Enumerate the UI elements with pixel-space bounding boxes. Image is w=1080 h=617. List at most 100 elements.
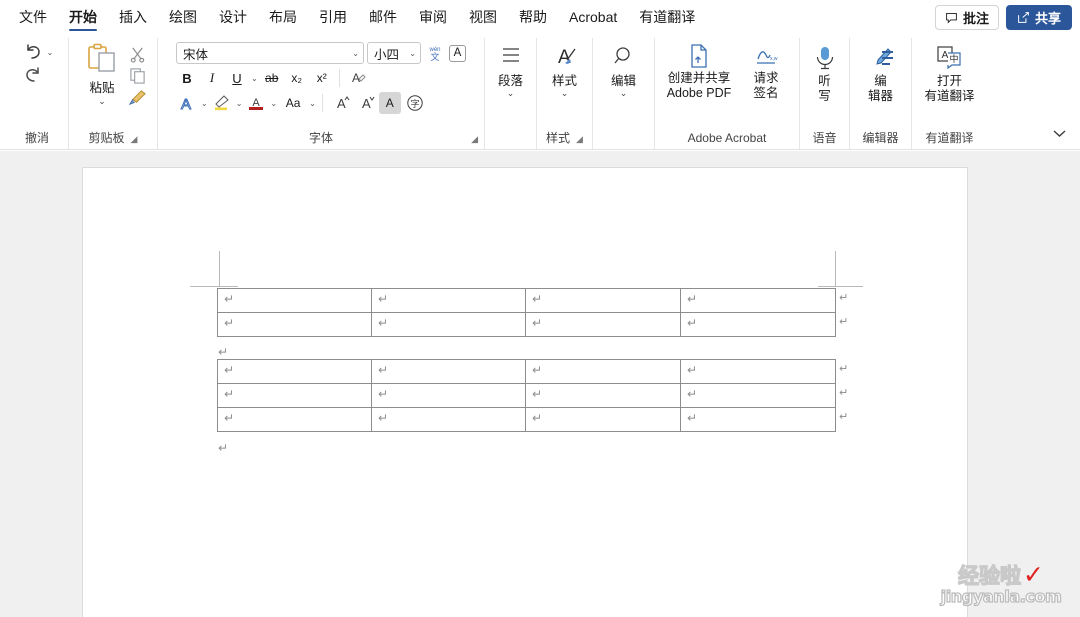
table-row[interactable]: ↵ ↵ ↵ ↵ (217, 407, 836, 432)
redo-button[interactable] (21, 64, 45, 86)
dictate-button[interactable]: 听 写 (812, 40, 838, 104)
character-border-icon[interactable]: A (449, 44, 466, 62)
text-effects-icon[interactable]: A (176, 92, 198, 114)
table-cell[interactable]: ↵ (525, 359, 681, 384)
table-row[interactable]: ↵ ↵ ↵ ↵ (217, 288, 836, 313)
text-boundary-mark-left-vertical (219, 251, 220, 287)
font-size-chevron-down-icon[interactable]: ⌄ (409, 49, 416, 58)
grow-font-button[interactable]: A (329, 92, 351, 114)
paragraph-button[interactable]: 段落 ⌄ (498, 40, 524, 98)
tab-references[interactable]: 引用 (308, 0, 358, 35)
table-row[interactable]: ↵ ↵ ↵ ↵ (217, 359, 836, 384)
document-page[interactable]: ↵ ↵ ↵ ↵ ↵ ↵ ↵ ↵ ↵ ↵ ↵ ↵ ↵ ↵ ↵ ↵ ↵ ↵ ↵ ↵ … (83, 168, 967, 617)
phonetic-guide-icon[interactable]: wén 文 (424, 42, 446, 64)
italic-button[interactable]: I (201, 67, 223, 89)
table-cell[interactable]: ↵ (371, 288, 526, 313)
change-case-chevron-down-icon[interactable]: ⌄ (309, 99, 316, 108)
styles-button[interactable]: A 样式 ⌄ (551, 40, 579, 98)
styles-dialog-launcher-icon[interactable]: ◢ (576, 128, 583, 150)
ribbon-collapse-chevron-down-icon[interactable] (1048, 123, 1070, 143)
paste-button[interactable]: 粘贴 ⌄ (79, 42, 125, 106)
tab-layout[interactable]: 布局 (258, 0, 308, 35)
undo-dropdown-chevron-down-icon[interactable]: ⌄ (47, 48, 54, 57)
clear-formatting-icon[interactable]: A (346, 67, 368, 89)
underline-button[interactable]: U (226, 67, 248, 89)
undo-button[interactable] (21, 41, 45, 63)
font-color-icon[interactable]: A (245, 92, 267, 114)
document-scroll-area[interactable]: ↵ ↵ ↵ ↵ ↵ ↵ ↵ ↵ ↵ ↵ ↵ ↵ ↵ ↵ ↵ ↵ ↵ ↵ ↵ ↵ … (0, 151, 1080, 617)
table-cell[interactable]: ↵ (680, 312, 836, 337)
tab-review[interactable]: 审阅 (408, 0, 458, 35)
tab-file[interactable]: 文件 (8, 0, 58, 35)
table-cell[interactable]: ↵ (217, 407, 372, 432)
tab-label: 帮助 (519, 9, 547, 25)
table-cell[interactable]: ↵ (525, 288, 681, 313)
create-share-pdf-button[interactable]: 创建并共享 Adobe PDF (664, 43, 734, 101)
font-dialog-launcher-icon[interactable]: ◢ (471, 128, 478, 150)
change-case-button[interactable]: Aa (280, 92, 306, 114)
table-cell[interactable]: ↵ (525, 407, 681, 432)
table-row[interactable]: ↵ ↵ ↵ ↵ (217, 383, 836, 408)
text-effects-chevron-down-icon[interactable]: ⌄ (201, 99, 208, 108)
table-cell[interactable]: ↵ (525, 312, 681, 337)
font-name-input[interactable]: 宋体 ⌄ (176, 42, 364, 64)
tab-label: 有道翻译 (639, 9, 696, 25)
clipboard-dialog-launcher-icon[interactable]: ◢ (131, 128, 138, 150)
table-cell[interactable]: ↵ (371, 383, 526, 408)
editor-button[interactable]: 编 辑器 (866, 40, 896, 104)
editing-button[interactable]: 编辑 ⌄ (611, 40, 637, 98)
table-cell[interactable]: ↵ (680, 288, 836, 313)
font-color-chevron-down-icon[interactable]: ⌄ (270, 99, 277, 108)
format-painter-brush-icon[interactable] (128, 88, 147, 107)
request-signature-button[interactable]: x,w 请求 签名 (742, 43, 790, 101)
enclose-character-button[interactable]: 字 (404, 92, 426, 114)
paste-chevron-down-icon[interactable]: ⌄ (98, 97, 106, 106)
table-cell[interactable]: ↵ (217, 288, 372, 313)
table-cell[interactable]: ↵ (371, 359, 526, 384)
table-cell[interactable]: ↵ (217, 312, 372, 337)
highlight-chevron-down-icon[interactable]: ⌄ (236, 99, 243, 108)
shrink-font-button[interactable]: A (354, 92, 376, 114)
table-cell[interactable]: ↵ (680, 407, 836, 432)
superscript-button[interactable]: x² (311, 67, 333, 89)
strikethrough-button[interactable]: ab (261, 67, 283, 89)
highlighter-icon[interactable] (211, 92, 233, 114)
tab-design[interactable]: 设计 (208, 0, 258, 35)
open-youdao-translate-button[interactable]: A中 打开 有道翻译 (924, 40, 975, 104)
share-button[interactable]: 共享 (1005, 5, 1072, 30)
ribbon-group-styles: A 样式 ⌄ 样式 ◢ (536, 38, 592, 149)
paragraph-mark: ↵ (378, 387, 389, 401)
tab-home[interactable]: 开始 (58, 0, 108, 35)
underline-chevron-down-icon[interactable]: ⌄ (251, 74, 258, 83)
table-cell[interactable]: ↵ (680, 359, 836, 384)
table-1[interactable]: ↵ ↵ ↵ ↵ ↵ ↵ ↵ ↵ (217, 288, 836, 337)
font-name-chevron-down-icon[interactable]: ⌄ (352, 49, 359, 58)
copy-button[interactable] (129, 67, 146, 84)
subscript-button[interactable]: x₂ (286, 67, 308, 89)
tab-draw[interactable]: 绘图 (158, 0, 208, 35)
cut-button[interactable] (129, 46, 146, 63)
table-cell[interactable]: ↵ (371, 312, 526, 337)
tab-help[interactable]: 帮助 (508, 0, 558, 35)
styles-chevron-down-icon[interactable]: ⌄ (561, 89, 569, 98)
table-row[interactable]: ↵ ↵ ↵ ↵ (217, 312, 836, 337)
table-cell[interactable]: ↵ (217, 383, 372, 408)
table-2[interactable]: ↵ ↵ ↵ ↵ ↵ ↵ ↵ ↵ ↵ ↵ ↵ ↵ (217, 359, 836, 432)
tab-youdao-translate[interactable]: 有道翻译 (628, 0, 706, 35)
table-cell[interactable]: ↵ (371, 407, 526, 432)
tab-acrobat[interactable]: Acrobat (558, 0, 628, 35)
table-cell[interactable]: ↵ (217, 359, 372, 384)
paragraph-mark: ↵ (532, 363, 543, 377)
character-shading-button[interactable]: A (378, 92, 401, 114)
comments-button[interactable]: 批注 (934, 5, 999, 30)
tab-view[interactable]: 视图 (458, 0, 508, 35)
paragraph-chevron-down-icon[interactable]: ⌄ (507, 89, 515, 98)
editing-chevron-down-icon[interactable]: ⌄ (620, 89, 628, 98)
table-cell[interactable]: ↵ (525, 383, 681, 408)
font-size-input[interactable]: 小四 ⌄ (367, 42, 421, 64)
tab-mailings[interactable]: 邮件 (358, 0, 408, 35)
bold-button[interactable]: B (176, 67, 198, 89)
table-cell[interactable]: ↵ (680, 383, 836, 408)
tab-insert[interactable]: 插入 (108, 0, 158, 35)
group-label-text: 撤消 (24, 131, 49, 145)
